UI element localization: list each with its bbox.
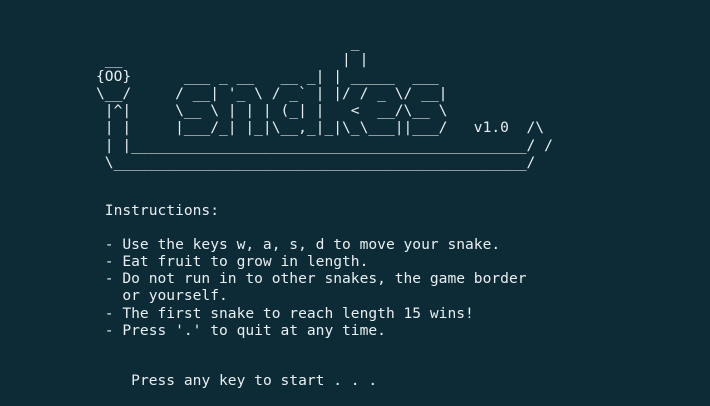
instruction-line: - Eat fruit to grow in length. bbox=[96, 253, 369, 271]
instruction-line: - Do not run in to other snakes, the gam… bbox=[96, 270, 527, 288]
start-prompt-text: Press any key to start . . . bbox=[131, 372, 378, 390]
banner-line: |^| \__ \ | | | (_| | < __/\__ \ bbox=[96, 102, 448, 120]
banner-line: __ | | bbox=[96, 51, 369, 69]
banner-line: | |_____________________________________… bbox=[96, 136, 553, 154]
instruction-line: - Press '.' to quit at any time. bbox=[96, 321, 386, 339]
instruction-line: - Use the keys w, a, s, d to move your s… bbox=[96, 236, 501, 254]
terminal-window[interactable]: _ __ | | {OO} ___ _ __ __ _| | _____ ___ \… bbox=[0, 0, 710, 403]
instruction-line: or yourself. bbox=[96, 287, 228, 305]
banner-line: _ bbox=[96, 34, 360, 51]
snakes-ascii-logo: _ __ | | {OO} ___ _ __ __ _| | _____ ___ \… bbox=[96, 34, 553, 171]
banner-line: \__/ / __| '_ \ / _` | |/ / _ \/ __| bbox=[96, 85, 448, 103]
instruction-line: - The first snake to reach length 15 win… bbox=[96, 304, 474, 322]
banner-line: \_______________________________________… bbox=[96, 153, 536, 171]
banner-line: {OO} ___ _ __ __ _| | _____ ___ bbox=[96, 68, 439, 86]
instructions-heading: Instructions: bbox=[96, 202, 220, 219]
instructions-panel: Instructions: - Use the keys w, a, s, d … bbox=[96, 202, 527, 339]
start-prompt[interactable]: Press any key to start . . . bbox=[96, 355, 377, 406]
banner-line: | | |___/_| |_|\__,_|_|\_\___||___/ v1.0… bbox=[96, 119, 545, 137]
